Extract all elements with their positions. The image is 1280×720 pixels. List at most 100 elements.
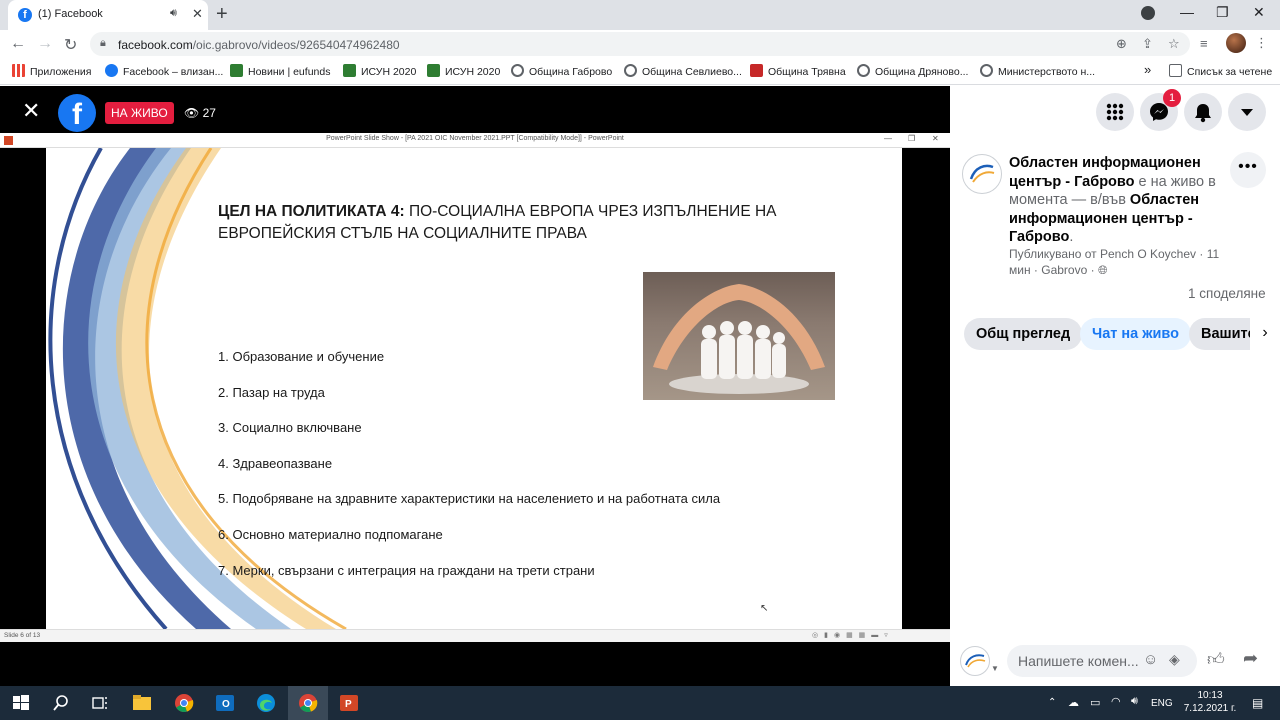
avatar-switch-caret-icon[interactable]: ▼ <box>991 664 999 673</box>
page-avatar[interactable] <box>962 154 1002 194</box>
tab-title: (1) Facebook <box>38 8 103 20</box>
slide-list-item: 5. Подобряване на здравните характеристи… <box>218 491 721 507</box>
windows-start-icon[interactable] <box>10 692 32 714</box>
bookmark-item[interactable]: Община Трявна <box>750 64 846 78</box>
slide-list-item: 7. Мерки, свързани с интеграция на гражд… <box>218 562 595 578</box>
bookmark-item[interactable]: Община Севлиево... <box>624 64 742 78</box>
lock-icon[interactable]: 🔒︎ <box>100 37 106 50</box>
bookmark-star-icon[interactable]: ☆ <box>1168 36 1180 52</box>
battery-icon[interactable]: ▭ <box>1090 696 1100 709</box>
system-clock[interactable]: 10:13 7.12.2021 г. <box>1180 689 1240 715</box>
volume-icon[interactable]: 🔊︎ <box>1131 695 1138 708</box>
edge-icon[interactable] <box>255 692 277 714</box>
zoom-icon[interactable]: ⊕ <box>1116 36 1127 52</box>
share-count[interactable]: 1 споделяне <box>1188 286 1266 301</box>
ppt-window-title: PowerPoint Slide Show - [PA 2021 OIC Nov… <box>326 135 624 142</box>
reading-list-button[interactable]: Списък за четене <box>1169 64 1272 78</box>
svg-text:P: P <box>345 699 352 710</box>
notifications-button[interactable] <box>1184 93 1222 131</box>
bookmark-item[interactable]: Новини | eufunds <box>230 64 330 78</box>
browser-tab[interactable]: f (1) Facebook 🔊︎ ✕ <box>8 0 208 30</box>
tab-overview[interactable]: Общ преглед <box>964 318 1083 350</box>
bell-icon <box>1195 104 1211 123</box>
new-tab-icon[interactable]: + <box>216 3 228 26</box>
like-icon[interactable]: 👍︎ <box>1207 649 1225 670</box>
bookmark-item[interactable]: ИСУН 2020 <box>427 64 500 78</box>
bookmark-label: Новини | eufunds <box>248 66 331 78</box>
bookmarks-overflow-icon[interactable]: » <box>1144 62 1151 77</box>
emoji-icon[interactable]: ☺ <box>1143 651 1158 668</box>
wifi-icon[interactable]: ◠ <box>1111 695 1121 708</box>
back-icon[interactable]: ← <box>10 35 26 53</box>
bookmark-item[interactable]: Facebook – влизан... <box>105 64 223 78</box>
bookmark-item[interactable]: Община Дряново... <box>857 64 968 78</box>
slide-heading-bold: ЦЕЛ НА ПОЛИТИКАТА 4: <box>218 203 405 220</box>
post-meta: Публикувано от Pench O Koychev · 11 мин … <box>1009 246 1224 278</box>
close-video-icon[interactable]: ✕ <box>22 98 40 124</box>
bookmark-label: Община Дряново... <box>875 66 969 78</box>
bookmark-item[interactable]: Министерството н... <box>980 64 1095 78</box>
slide-list-item: 2. Пазар на труда <box>218 384 325 400</box>
sticker-icon[interactable]: ◈ <box>1169 651 1180 668</box>
close-window-icon[interactable]: ✕ <box>1253 4 1265 21</box>
url-text: facebook.com/oic.gabrovo/videos/92654047… <box>118 38 400 52</box>
bookmark-label: Приложения <box>30 66 92 78</box>
forward-icon[interactable]: → <box>37 35 53 53</box>
comment-input[interactable]: Напишете комен... ☺ ◈ <box>1007 645 1197 677</box>
account-menu-button[interactable] <box>1228 93 1266 131</box>
comment-placeholder: Напишете комен... <box>1018 653 1139 669</box>
public-globe-icon[interactable]: 🌐︎ <box>1098 263 1108 277</box>
tray-expand-icon[interactable]: ⌃ <box>1048 697 1056 708</box>
reload-icon[interactable]: ↻ <box>64 35 77 55</box>
search-icon[interactable] <box>50 692 72 714</box>
ppt-slide-counter: Slide 6 of 13 <box>4 632 41 639</box>
post-options-button[interactable]: ••• <box>1230 152 1266 188</box>
tryavna-icon <box>750 64 763 77</box>
speaker-icon[interactable]: 🔊︎ <box>170 7 177 20</box>
address-bar[interactable]: 🔒︎ facebook.com/oic.gabrovo/videos/92654… <box>90 32 1190 56</box>
bookmark-label: Община Габрово <box>529 66 613 78</box>
post-header-text: Областен информационен център - Габрово … <box>1009 154 1219 247</box>
media-control-icon[interactable]: ≡ <box>1200 36 1208 51</box>
share-arrow-icon[interactable]: ➦ <box>1243 648 1258 669</box>
bookmark-item[interactable]: Община Габрово <box>511 64 612 78</box>
action-center-icon[interactable]: ▤ <box>1252 696 1263 710</box>
tab-live-chat[interactable]: Чат на живо <box>1080 318 1192 350</box>
tab-search-icon[interactable] <box>1141 6 1155 20</box>
bookmark-apps[interactable]: Приложения <box>12 64 91 78</box>
chrome-active-icon[interactable] <box>297 692 319 714</box>
tab-yours[interactable]: Вашите <box>1189 318 1250 350</box>
close-tab-icon[interactable]: ✕ <box>192 6 203 22</box>
bookmark-label: Община Севлиево... <box>642 66 742 78</box>
powerpoint-taskbar-icon[interactable]: P <box>338 692 360 714</box>
tabs-scroll-right-icon[interactable]: › <box>1250 318 1280 350</box>
task-view-icon[interactable] <box>89 692 111 714</box>
chrome-menu-icon[interactable]: ⋮ <box>1255 35 1268 51</box>
profile-avatar[interactable] <box>1226 33 1246 53</box>
reading-list-icon <box>1169 64 1182 77</box>
bookmarks-bar: Приложения Facebook – влизан... Новини |… <box>0 58 1280 85</box>
ppt-minimize-icon: — <box>884 134 892 143</box>
slide-list-item: 6. Основно материално подпомагане <box>218 526 443 542</box>
file-explorer-icon[interactable] <box>131 692 153 714</box>
globe-icon <box>857 64 870 77</box>
live-badge: НА ЖИВО <box>105 102 174 124</box>
isun-icon <box>427 64 440 77</box>
globe-icon <box>980 64 993 77</box>
input-language[interactable]: ENG <box>1151 698 1173 709</box>
tab-strip: f (1) Facebook 🔊︎ ✕ + — ❐ ✕ <box>0 0 1280 30</box>
menu-grid-button[interactable] <box>1096 93 1134 131</box>
share-icon[interactable]: ⇪ <box>1142 36 1153 52</box>
slide-list-item: 3. Социално включване <box>218 420 362 436</box>
tray-onedrive-icon[interactable]: ☁ <box>1068 696 1079 709</box>
navigation-bar: ← → ↻ 🔒︎ facebook.com/oic.gabrovo/videos… <box>0 30 1280 58</box>
bookmark-label: ИСУН 2020 <box>361 66 417 78</box>
ppt-view-controls-icon: ◎▮◉▦▦▬▿ <box>812 632 894 639</box>
facebook-logo-icon[interactable]: f <box>58 94 96 132</box>
commenter-avatar[interactable] <box>960 646 990 676</box>
maximize-icon[interactable]: ❐ <box>1216 4 1229 21</box>
minimize-icon[interactable]: — <box>1180 4 1194 20</box>
chrome-icon[interactable] <box>173 692 195 714</box>
bookmark-item[interactable]: ИСУН 2020 <box>343 64 416 78</box>
outlook-icon[interactable]: O <box>214 692 236 714</box>
